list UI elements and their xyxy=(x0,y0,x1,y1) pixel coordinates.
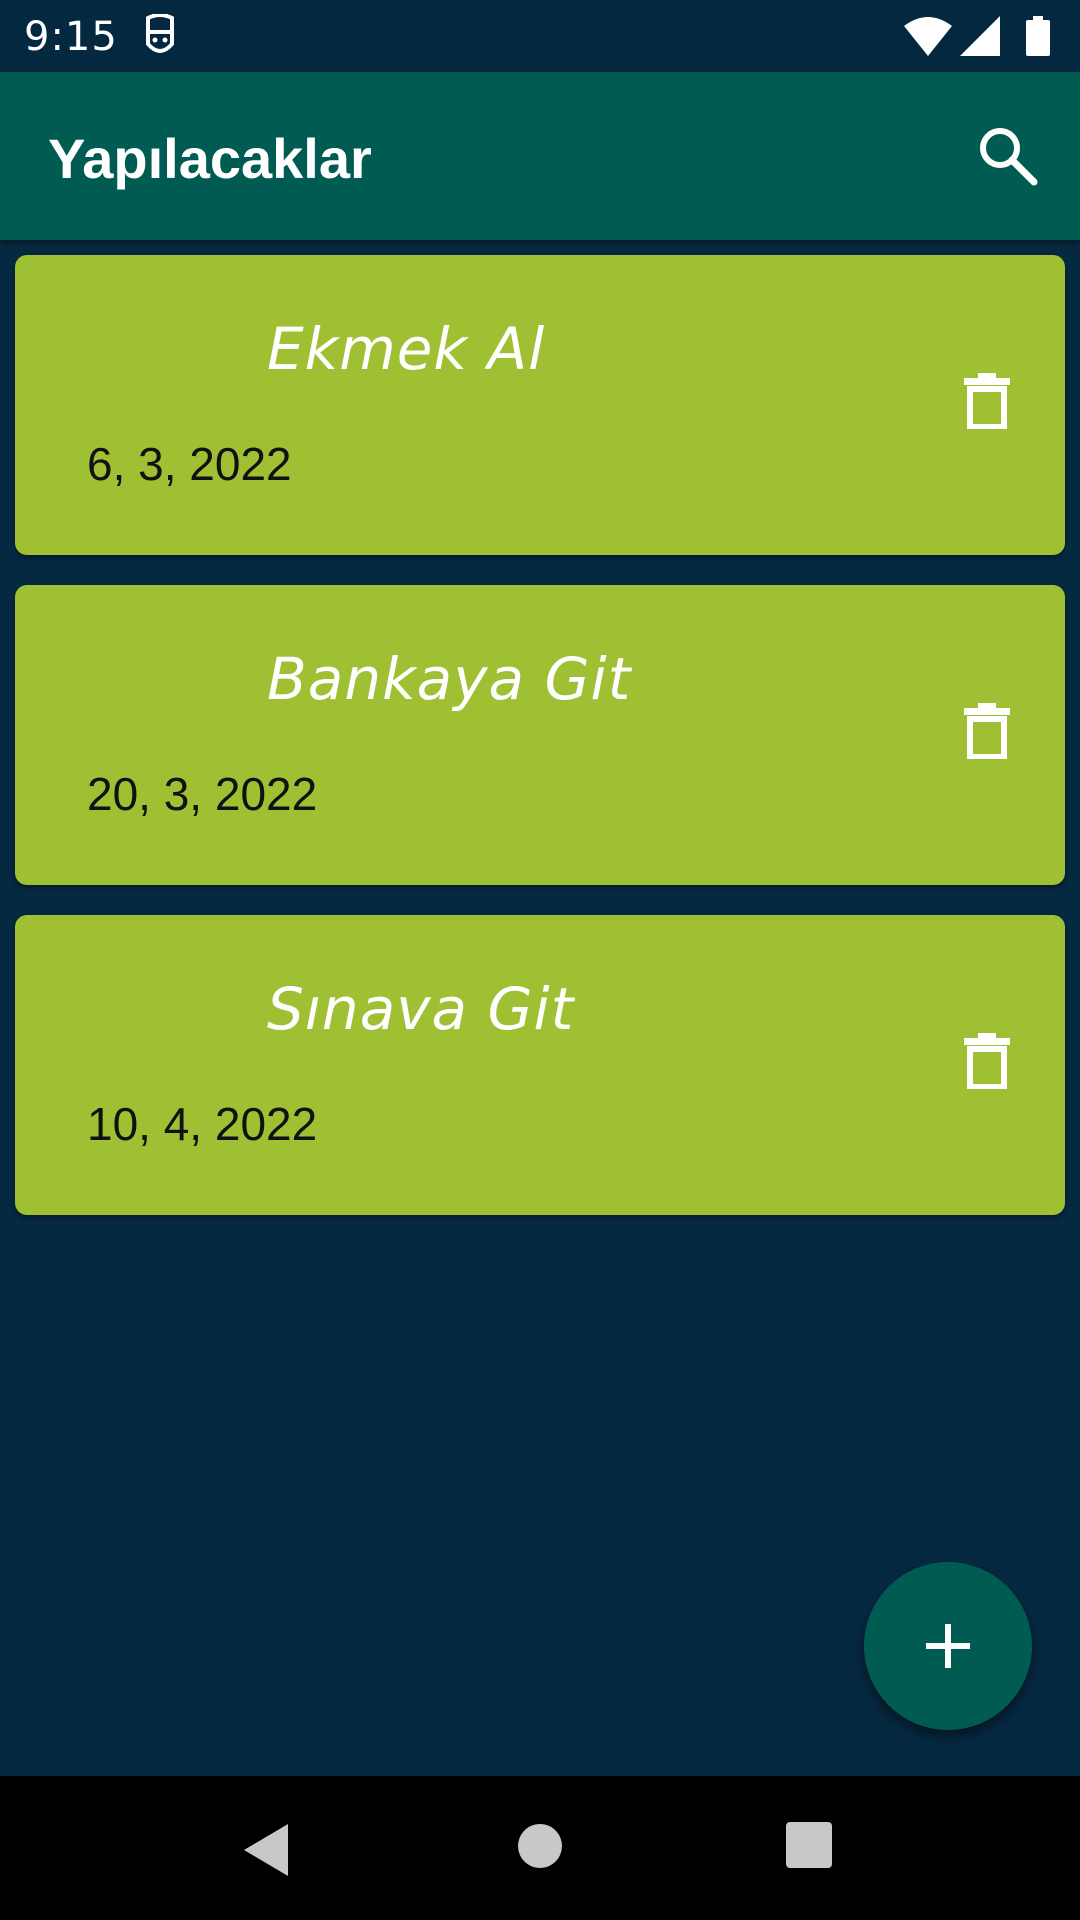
back-icon xyxy=(244,1824,288,1876)
app-bar: Yapılacaklar xyxy=(0,72,1080,240)
delete-icon xyxy=(964,1033,1010,1090)
todo-title: Ekmek Al xyxy=(267,315,546,383)
recents-icon xyxy=(786,1822,832,1868)
recents-button[interactable] xyxy=(786,1822,842,1878)
search-icon xyxy=(980,128,1038,186)
app-notification-icon xyxy=(142,13,178,58)
search-button[interactable] xyxy=(976,124,1040,188)
system-nav-bar xyxy=(0,1776,1080,1920)
todo-date: 10, 4, 2022 xyxy=(87,1098,318,1150)
todo-card[interactable]: Bankaya Git 20, 3, 2022 xyxy=(15,585,1065,885)
todo-card[interactable]: Sınava Git 10, 4, 2022 xyxy=(15,915,1065,1215)
back-button[interactable] xyxy=(240,1822,296,1878)
plus-icon xyxy=(926,1624,970,1668)
todo-date: 6, 3, 2022 xyxy=(87,438,292,490)
status-bar: 9:15 xyxy=(0,0,1080,72)
delete-button[interactable] xyxy=(964,373,1010,430)
todo-title: Sınava Git xyxy=(267,975,575,1043)
delete-button[interactable] xyxy=(964,703,1010,760)
page-title: Yapılacaklar xyxy=(48,127,372,190)
home-button[interactable] xyxy=(516,1822,572,1878)
home-icon xyxy=(518,1824,562,1868)
todo-card[interactable]: Ekmek Al 6, 3, 2022 xyxy=(15,255,1065,555)
status-time: 9:15 xyxy=(24,14,118,60)
todo-date: 20, 3, 2022 xyxy=(87,768,318,820)
delete-icon xyxy=(964,373,1010,430)
add-todo-button[interactable] xyxy=(864,1562,1032,1730)
delete-button[interactable] xyxy=(964,1033,1010,1090)
todo-title: Bankaya Git xyxy=(267,645,632,713)
delete-icon xyxy=(964,703,1010,760)
